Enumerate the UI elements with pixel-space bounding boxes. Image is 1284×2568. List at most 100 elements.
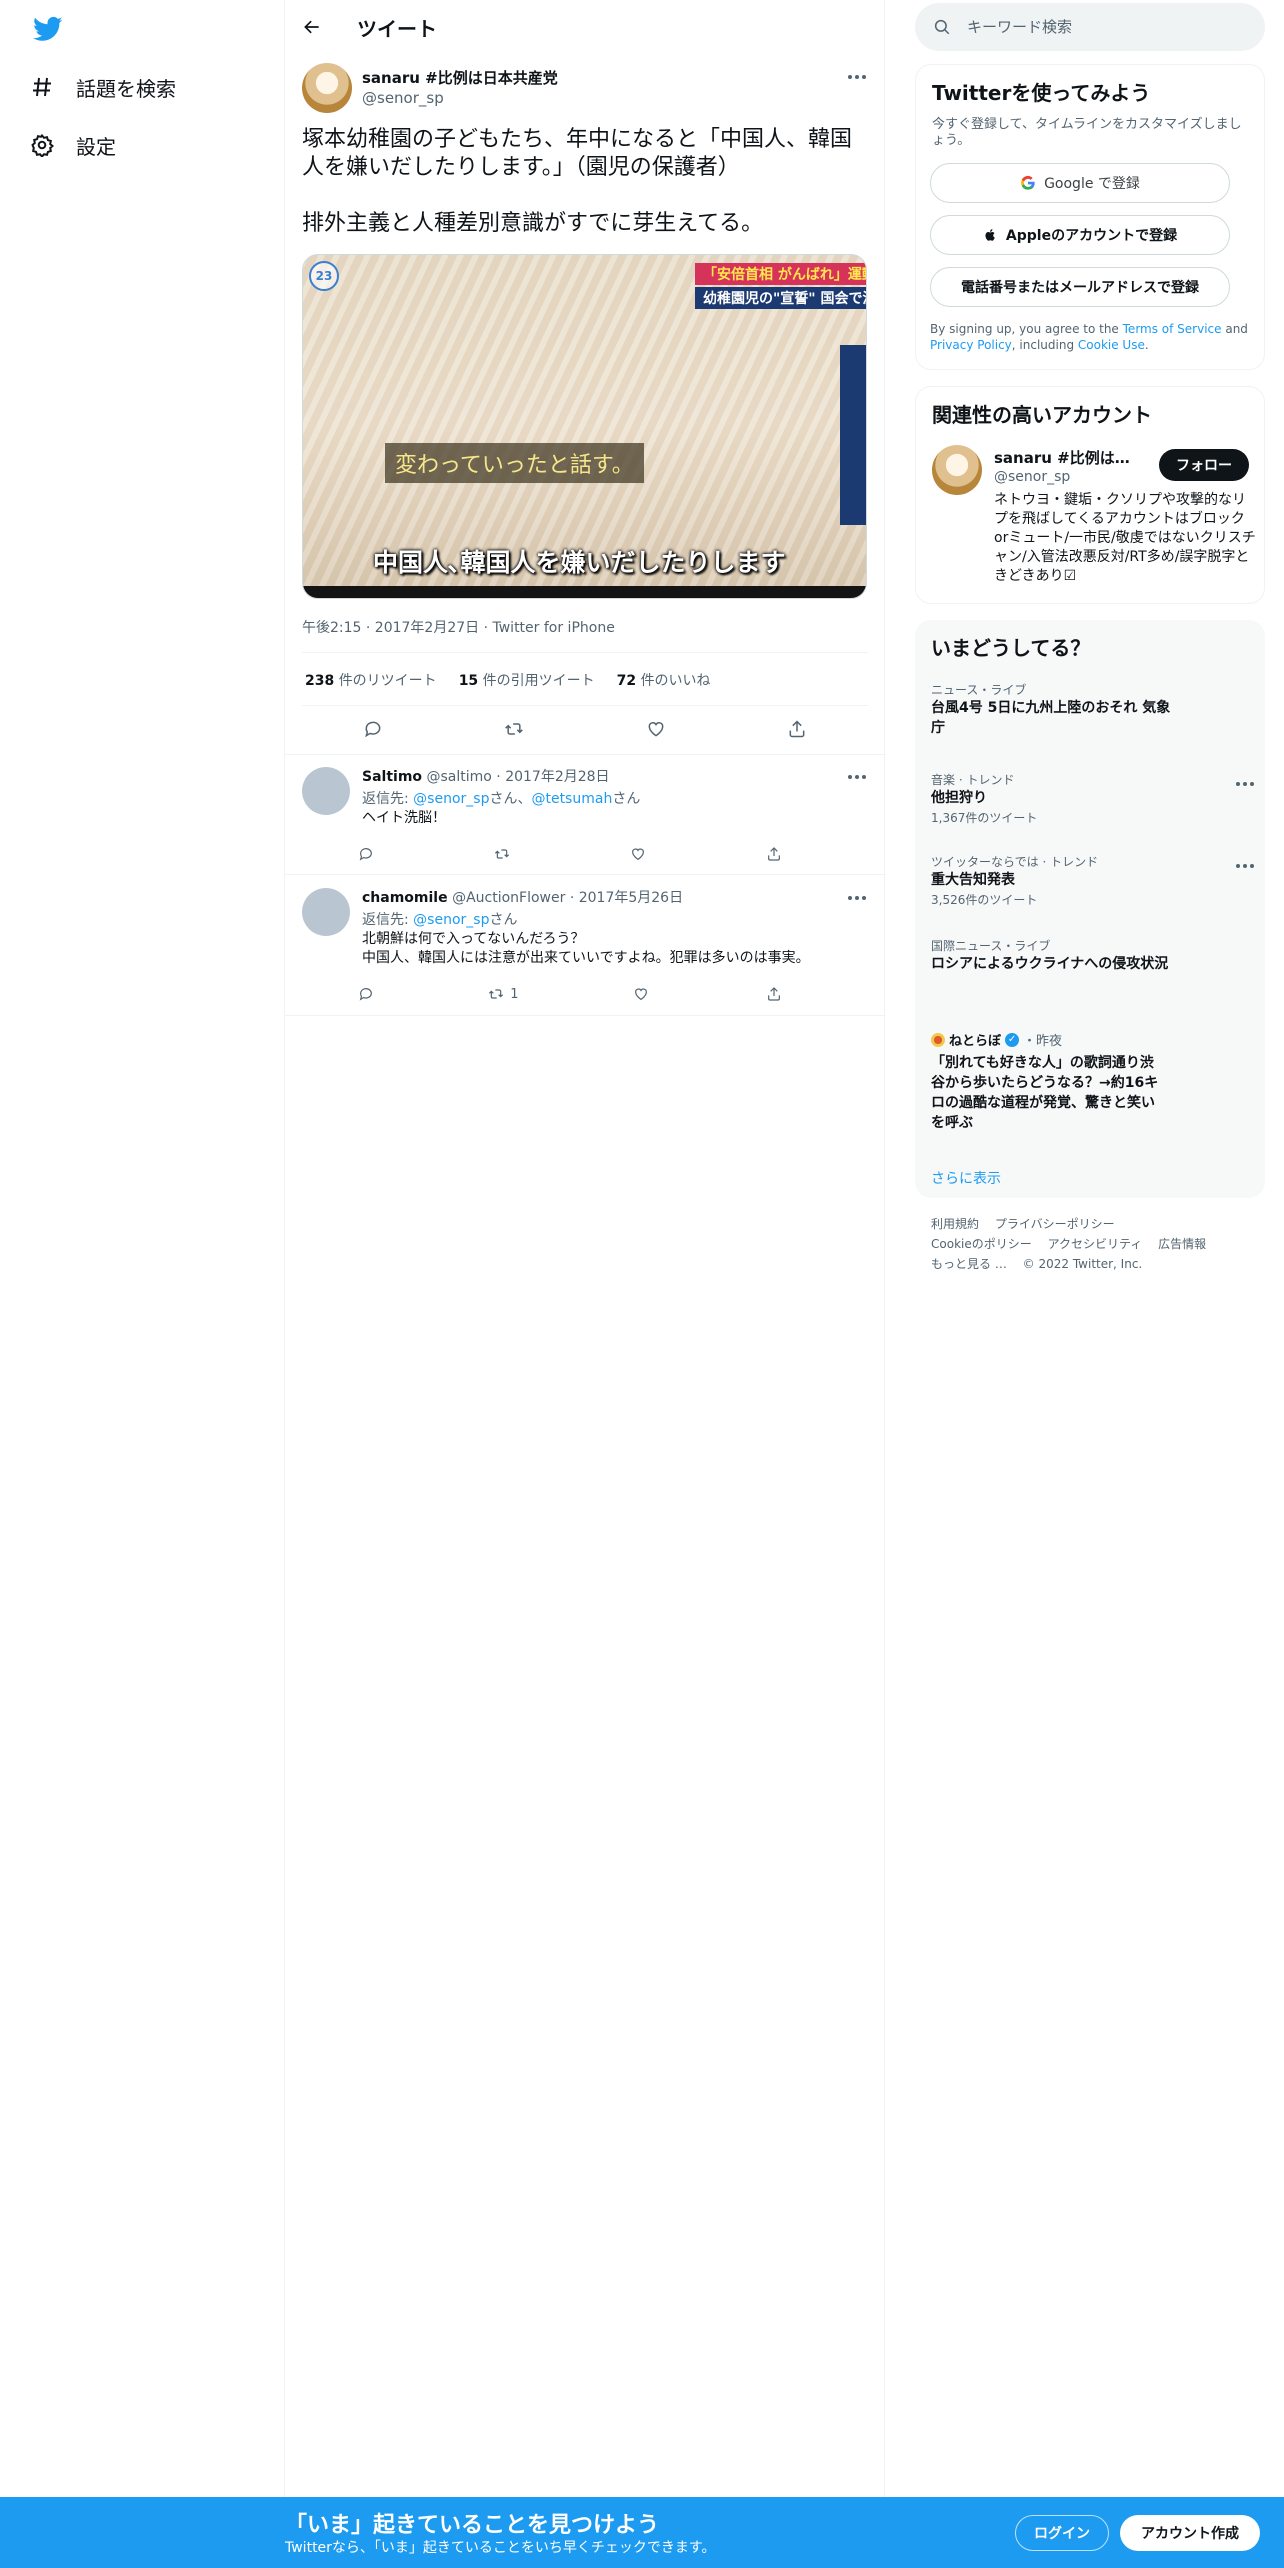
author-name[interactable]: sanaru #比例は日本共産党 [362,67,558,88]
footer-terms-link[interactable]: 利用規約 [931,1217,979,1231]
share-button[interactable] [763,843,785,865]
bottom-bar-subtitle: Twitterなら、「いま」起きていることをいち早くチェックできます。 [285,2540,716,2556]
share-icon [768,847,780,861]
create-account-button[interactable]: アカウント作成 [1120,2515,1260,2551]
reply-more-button[interactable] [845,767,869,787]
trend-title: 重大告知発表 [931,872,1015,888]
retweet-button[interactable] [491,843,513,865]
retweet-button[interactable] [499,714,529,744]
like-button[interactable] [627,843,649,865]
reply-author-handle[interactable]: @AuctionFlower [452,890,565,906]
avatar[interactable] [302,767,350,815]
bottom-signup-bar: 「いま」起きていることを見つけよう Twitterなら、「いま」起きていることを… [0,2497,1284,2568]
apple-signup-button[interactable]: Appleのアカウントで登録 [930,215,1230,255]
share-button[interactable] [782,714,812,744]
retweets-label: 件のリツイート [338,673,437,689]
google-signup-button[interactable]: Google で登録 [930,163,1230,203]
reply-button[interactable] [358,714,388,744]
more-dot-icon [862,75,866,79]
media-banner-second: 幼稚園児の"宣誓" 国会で波 [695,287,866,309]
trend-item[interactable]: 国際ニュース・ライブ ロシアによるウクライナへの侵攻状況 [931,938,1251,974]
tweet-more-button[interactable] [845,67,869,87]
search-box[interactable] [915,3,1265,51]
related-account-avatar[interactable] [932,445,982,495]
follow-button[interactable]: フォロー [1159,449,1249,481]
trend-item[interactable]: 音楽 · トレンド 他担狩り 1,367件のツイート [931,772,1254,826]
terms-of-service-link[interactable]: Terms of Service [1123,322,1222,336]
share-button[interactable] [763,983,785,1005]
author-avatar[interactable] [302,63,352,113]
news-title: 「別れても好きな人」の歌詞通り渋谷から歩いたらどうなる？→約16キロの過酷な道程… [931,1055,1159,1131]
login-button[interactable]: ログイン [1015,2515,1109,2551]
related-account-handle[interactable]: @senor_sp [994,469,1070,485]
nav-explore[interactable]: 話題を検索 [30,67,176,107]
footer-accessibility-link[interactable]: アクセシビリティ [1048,1237,1143,1251]
twitter-bird-logo[interactable] [30,14,66,44]
like-button[interactable] [641,714,671,744]
news-item[interactable]: ねとらぼ ✓ ・昨夜 「別れても好きな人」の歌詞通り渋谷から歩いたらどうなる？→… [931,1030,1251,1133]
related-accounts-card: 関連性の高いアカウント sanaru #比例は日本共産党 @senor_sp フ… [915,386,1265,604]
phone-email-signup-button[interactable]: 電話番号またはメールアドレスで登録 [930,267,1230,307]
tweet-image[interactable]: 23 「安倍首相 がんばれ」運動会で 幼稚園児の"宣誓" 国会で波 変わっていっ… [302,254,867,599]
reply-button[interactable] [355,843,377,865]
reply-icon [359,848,372,861]
signup-card: Twitterを使ってみよう 今すぐ登録して、タイムラインをカスタマイズしましょ… [915,64,1265,370]
footer-more-link[interactable]: もっと見る … [931,1257,1007,1271]
avatar[interactable] [302,888,350,936]
reply-button[interactable] [355,983,377,1005]
back-button[interactable] [295,10,329,44]
reply-author-name[interactable]: chamomile [362,890,448,906]
likes-stat[interactable]: 72 件のいいね [617,670,711,690]
reply-to-mention[interactable]: @senor_sp [413,791,489,807]
quotes-count: 15 [458,673,479,689]
author-handle[interactable]: @senor_sp [362,89,444,107]
nav-settings[interactable]: 設定 [30,125,116,165]
terms-prefix: By signing up, you agree to the [930,322,1123,336]
reply-to-prefix: 返信先: [362,912,414,928]
trend-more-button[interactable] [1233,856,1257,876]
search-icon [934,19,950,35]
search-input[interactable] [967,13,1247,41]
footer-copyright: © 2022 Twitter, Inc. [1022,1257,1143,1271]
show-more-link[interactable]: さらに表示 [931,1168,1001,1188]
reply-date[interactable]: 2017年5月26日 [579,890,683,906]
trends-title: いまどうしてる？ [931,636,1091,660]
more-dot-icon [855,896,859,900]
more-dot-icon [1236,782,1240,786]
trend-more-button[interactable] [1233,774,1257,794]
media-caption-bottom: 中国人､韓国人を嫌いだしたりします [373,548,786,577]
related-account-name[interactable]: sanaru #比例は日本共産党 [994,447,1144,468]
main-column: ツイート sanaru #比例は日本共産党 @senor_sp 塚本幼稚園の子ど… [285,0,885,2497]
reply-action-bar: 1 [355,983,785,1005]
footer-ads-link[interactable]: 広告情報 [1158,1237,1206,1251]
google-signup-label: Google で登録 [1044,176,1140,192]
reply-tweet[interactable]: Saltimo @saltimo · 2017年2月28日 返信先: @seno… [285,755,885,875]
reply-author-name[interactable]: Saltimo [362,769,422,785]
bottom-bar-title: 「いま」起きていることを見つけよう [285,2513,660,2538]
related-accounts-title: 関連性の高いアカウント [932,403,1152,427]
trend-item[interactable]: ツイッターならでは · トレンド 重大告知発表 3,526件のツイート [931,854,1254,908]
retweet-button[interactable]: 1 [488,983,519,1005]
quotes-label: 件の引用ツイート [482,673,595,689]
like-button[interactable] [630,983,652,1005]
footer-privacy-link[interactable]: プライバシーポリシー [995,1217,1115,1231]
reply-more-button[interactable] [845,888,869,908]
more-dot-icon [1243,782,1247,786]
likes-label: 件のいいね [640,673,711,689]
tweet-action-bar [302,714,868,744]
reply-tweet[interactable]: chamomile @AuctionFlower · 2017年5月26日 返信… [285,876,885,1016]
quotes-stat[interactable]: 15 件の引用ツイート [459,670,595,690]
footer-cookie-link[interactable]: Cookieのポリシー [931,1237,1032,1251]
tweet-timestamp[interactable]: 午後2:15 · 2017年2月27日 · Twitter for iPhone [302,617,615,637]
reply-to-mention[interactable]: @tetsumah [531,791,612,807]
more-dot-icon [1250,864,1254,868]
reply-date[interactable]: 2017年2月28日 [505,769,609,785]
media-caption-mid: 変わっていったと話す。 [385,443,644,483]
privacy-policy-link[interactable]: Privacy Policy [930,338,1012,352]
reply-author-handle[interactable]: @saltimo [426,769,491,785]
retweets-stat[interactable]: 238 件のリツイート [305,670,437,690]
trend-category: 国際ニュース・ライブ [931,939,1051,953]
reply-to-mention[interactable]: @senor_sp [413,912,489,928]
trend-item[interactable]: ニュース・ライブ 台風4号 5日に九州上陸のおそれ 気象庁 [931,682,1251,738]
cookie-use-link[interactable]: Cookie Use [1078,338,1145,352]
